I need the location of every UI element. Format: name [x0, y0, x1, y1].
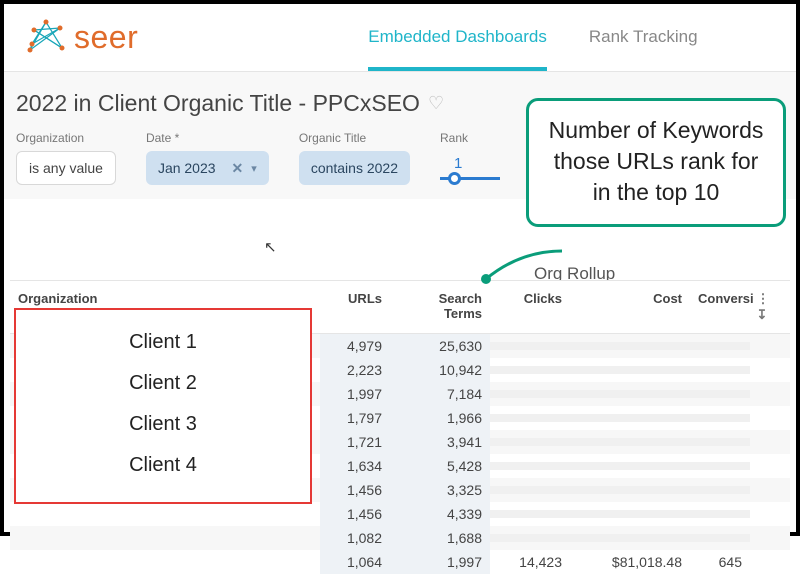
slider-handle[interactable] — [448, 172, 461, 185]
nav-rank-tracking[interactable]: Rank Tracking — [589, 5, 698, 71]
filter-label: Date * — [146, 131, 269, 145]
cell-clicks — [490, 462, 570, 470]
client-label: Client 2 — [129, 372, 197, 400]
cell-terms: 1,688 — [390, 526, 490, 550]
cell-clicks — [490, 366, 570, 374]
column-actions[interactable]: ⋮ ↧ — [750, 287, 776, 327]
table-row[interactable]: 1,0821,688 — [10, 526, 790, 550]
filter-organic-title: Organic Title contains 2022 — [299, 131, 410, 185]
cell-urls: 1,082 — [320, 526, 390, 550]
client-label: Client 3 — [129, 413, 197, 441]
cell-urls: 1,456 — [320, 502, 390, 526]
cell-clicks — [490, 342, 570, 350]
cell-urls: 1,456 — [320, 478, 390, 502]
cell-cost — [570, 534, 690, 542]
logo-text: seer — [74, 19, 138, 56]
rank-value: 1 — [454, 155, 462, 172]
cell-terms: 10,942 — [390, 358, 490, 382]
cell-cost — [570, 342, 690, 350]
filter-label: Organization — [16, 131, 116, 145]
cell-clicks — [490, 486, 570, 494]
cell-conv — [690, 390, 750, 398]
cell-conv — [690, 366, 750, 374]
cell-cost — [570, 390, 690, 398]
filter-label: Organic Title — [299, 131, 410, 145]
col-cost[interactable]: Cost — [570, 287, 690, 327]
clear-icon[interactable]: ✕ — [232, 160, 244, 177]
cell-urls: 1,997 — [320, 382, 390, 406]
table-row[interactable]: 1,4564,339 — [10, 502, 790, 526]
cell-conv — [690, 486, 750, 494]
col-search-terms[interactable]: Search Terms — [390, 287, 490, 327]
annotation-callout: Number of Keywords those URLs rank for i… — [526, 98, 786, 227]
cell-terms: 1,997 — [390, 550, 490, 574]
cell-conv — [690, 342, 750, 350]
topbar: seer Embedded Dashboards Rank Tracking — [4, 4, 796, 72]
seer-logo-icon — [24, 18, 68, 58]
cell-clicks — [490, 414, 570, 422]
cell-clicks — [490, 438, 570, 446]
cell-clicks — [490, 510, 570, 518]
cell-terms: 7,184 — [390, 382, 490, 406]
cell-urls: 1,721 — [320, 430, 390, 454]
cell-urls: 4,979 — [320, 334, 390, 358]
organic-title-selector[interactable]: contains 2022 — [299, 151, 410, 185]
mouse-cursor-icon: ↖ — [264, 238, 277, 256]
col-conversions[interactable]: Conversi — [690, 287, 750, 327]
cell-conv: 645 — [690, 550, 750, 574]
cell-urls: 1,064 — [320, 550, 390, 574]
filter-label: Rank — [440, 131, 500, 145]
cell-cost — [570, 414, 690, 422]
cell-cost: $81,018.48 — [570, 550, 690, 574]
filter-rank: Rank 1 — [440, 131, 500, 179]
filter-organization: Organization is any value — [16, 131, 116, 185]
cell-urls: 1,634 — [320, 454, 390, 478]
rank-slider[interactable]: 1 — [440, 159, 500, 179]
cell-urls: 1,797 — [320, 406, 390, 430]
date-value: Jan 2023 — [158, 160, 216, 176]
cell-conv — [690, 534, 750, 542]
cell-cost — [570, 510, 690, 518]
organic-title-value: contains 2022 — [311, 160, 398, 176]
cell-conv — [690, 510, 750, 518]
cell-cost — [570, 486, 690, 494]
cell-clicks — [490, 534, 570, 542]
filter-date: Date * Jan 2023 ✕ ▾ — [146, 131, 269, 185]
cell-cost — [570, 438, 690, 446]
cell-conv — [690, 438, 750, 446]
cell-clicks — [490, 390, 570, 398]
organization-selector[interactable]: is any value — [16, 151, 116, 185]
client-label: Client 4 — [129, 454, 197, 482]
cell-clicks: 14,423 — [490, 550, 570, 574]
favorite-icon[interactable]: ♡ — [428, 93, 444, 114]
cell-terms: 3,941 — [390, 430, 490, 454]
cell-cost — [570, 366, 690, 374]
logo: seer — [24, 18, 138, 58]
page-title: 2022 in Client Organic Title - PPCxSEO — [16, 90, 420, 117]
client-label: Client 1 — [129, 331, 197, 359]
cell-cost — [570, 462, 690, 470]
clients-redacted-overlay: Client 1 Client 2 Client 3 Client 4 — [14, 308, 312, 504]
col-clicks[interactable]: Clicks — [490, 287, 570, 327]
cell-urls: 2,223 — [320, 358, 390, 382]
col-urls[interactable]: URLs — [320, 287, 390, 327]
nav-embedded-dashboards[interactable]: Embedded Dashboards — [368, 5, 547, 71]
cell-conv — [690, 414, 750, 422]
organization-value: is any value — [29, 160, 103, 176]
cell-terms: 4,339 — [390, 502, 490, 526]
chevron-down-icon[interactable]: ▾ — [251, 162, 257, 175]
cell-terms: 3,325 — [390, 478, 490, 502]
table-row[interactable]: 1,0641,99714,423$81,018.48645 — [10, 550, 790, 574]
cell-conv — [690, 462, 750, 470]
cell-terms: 5,428 — [390, 454, 490, 478]
cell-terms: 25,630 — [390, 334, 490, 358]
cell-terms: 1,966 — [390, 406, 490, 430]
nav: Embedded Dashboards Rank Tracking — [368, 5, 697, 71]
date-selector[interactable]: Jan 2023 ✕ ▾ — [146, 151, 269, 185]
